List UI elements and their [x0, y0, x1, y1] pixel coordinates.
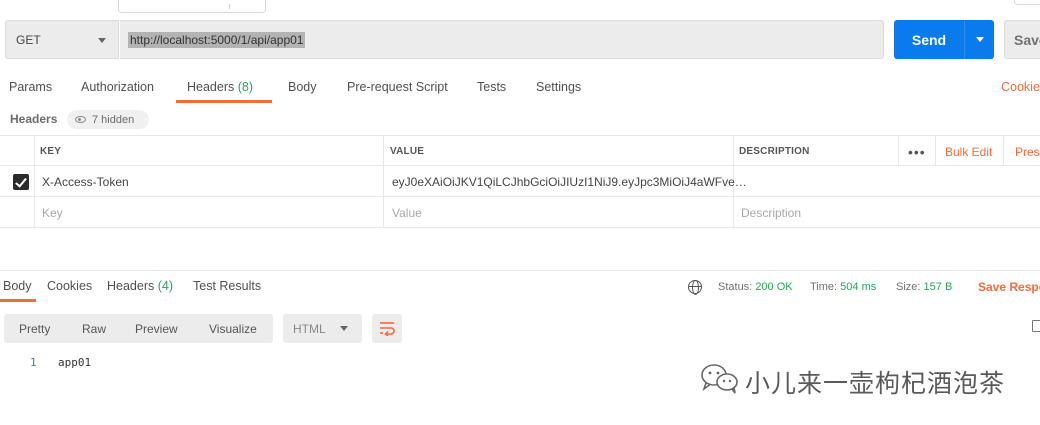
header-enabled-checkbox[interactable]: [13, 174, 29, 190]
header-value-field[interactable]: eyJ0eXAiOiJKV1QiLCJhbGciOiJIUzI1NiJ9.eyJ…: [392, 175, 747, 189]
response-tab-headers[interactable]: Headers (4): [107, 279, 173, 293]
chevron-down-icon: [98, 38, 106, 43]
more-options-icon[interactable]: •••: [908, 144, 926, 160]
wrap-lines-button[interactable]: [372, 314, 402, 343]
view-preview-button[interactable]: Preview: [135, 322, 178, 336]
tab-label: Pre-request Script: [347, 80, 448, 94]
copy-icon[interactable]: [1032, 320, 1040, 332]
tab-label: Settings: [536, 80, 582, 94]
url-input[interactable]: http://localhost:5000/1/api/app01: [120, 20, 884, 59]
tab-label: Test Results: [193, 279, 262, 293]
response-divider: [0, 270, 1040, 271]
time-indicator: Time: 504 ms: [810, 281, 876, 293]
send-options-button[interactable]: [964, 20, 994, 59]
active-tab-indicator: [176, 100, 272, 103]
presets-link[interactable]: Presets: [1015, 145, 1040, 159]
view-visualize-button[interactable]: Visualize: [209, 322, 257, 336]
hidden-count: 7 hidden: [92, 113, 135, 126]
time-label: Time:: [810, 281, 838, 293]
eye-icon: [75, 116, 86, 123]
active-response-tab-indicator: [0, 299, 36, 302]
send-button[interactable]: Send: [894, 20, 964, 59]
tab-tests[interactable]: Tests: [477, 80, 506, 94]
response-tab-cookies[interactable]: Cookies: [47, 279, 92, 293]
line-number: 1: [30, 356, 37, 369]
header-key-field[interactable]: X-Access-Token: [42, 175, 129, 189]
save-response-button[interactable]: Save Response: [978, 280, 1040, 294]
view-raw-button[interactable]: Raw: [82, 322, 106, 336]
column-header-description: DESCRIPTION: [739, 146, 810, 157]
column-header-key: KEY: [40, 146, 62, 157]
new-value-input[interactable]: Value: [392, 206, 422, 220]
size-label: Size:: [896, 281, 921, 293]
new-description-input[interactable]: Description: [741, 206, 801, 220]
url-value: http://localhost:5000/1/api/app01: [128, 31, 306, 48]
tab-authorization[interactable]: Authorization: [81, 80, 154, 94]
table-row-empty: Key Value Description: [0, 197, 1040, 228]
headers-section-label: Headers: [10, 112, 58, 126]
watermark-text: 小儿来一壶枸杞酒泡茶: [745, 369, 1006, 398]
tab-label: Authorization: [81, 80, 154, 94]
tab-body[interactable]: Body: [288, 80, 317, 94]
tab-settings[interactable]: Settings: [536, 80, 581, 94]
format-value: HTML: [293, 322, 326, 336]
tab-label: Cookies: [47, 279, 93, 293]
wechat-icon: [701, 364, 738, 394]
previous-tab-edge: [118, 0, 266, 13]
method-select[interactable]: GET: [5, 20, 119, 59]
response-tab-body[interactable]: Body: [3, 279, 32, 293]
chevron-down-icon: [976, 37, 984, 42]
tab-label: Body: [3, 279, 32, 293]
tab-label: Headers: [187, 80, 235, 94]
chevron-down-icon: [340, 326, 348, 331]
request-tabs: Params Authorization Headers (8) Body Pr…: [0, 78, 1040, 103]
format-select[interactable]: HTML: [283, 314, 362, 343]
table-header-row: KEY VALUE DESCRIPTION ••• Bulk Edit Pres…: [0, 135, 1040, 166]
tab-count: (4): [157, 279, 174, 293]
tab-label: Tests: [477, 80, 507, 94]
status-indicator: Status: 200 OK: [718, 281, 793, 293]
bulk-edit-link[interactable]: Bulk Edit: [945, 145, 992, 159]
column-header-value: VALUE: [390, 146, 425, 157]
tab-params[interactable]: Params: [9, 80, 52, 94]
tab-headers[interactable]: Headers (8): [187, 80, 253, 94]
time-value: 504 ms: [840, 281, 877, 293]
size-value: 157 B: [923, 281, 953, 293]
hidden-headers-toggle[interactable]: 7 hidden: [67, 110, 149, 129]
method-value: GET: [16, 32, 41, 47]
size-indicator: Size: 157 B: [896, 281, 952, 293]
response-tab-test-results[interactable]: Test Results: [193, 279, 261, 293]
view-pretty-button[interactable]: Pretty: [19, 322, 50, 336]
response-body-line: app01: [58, 356, 92, 369]
table-row: X-Access-Token eyJ0eXAiOiJKV1QiLCJhbGciO…: [0, 166, 1040, 197]
tab-pre-request-script[interactable]: Pre-request Script: [347, 80, 448, 94]
tab-label: Headers: [107, 279, 155, 293]
tab-label: Params: [9, 80, 53, 94]
tab-count: (8): [237, 80, 254, 94]
save-button[interactable]: Save: [1004, 20, 1040, 59]
status-value: 200 OK: [755, 281, 793, 293]
window-corner-box: [1014, 0, 1040, 5]
body-view-toggle: Pretty Raw Preview Visualize: [4, 314, 273, 343]
cookies-link[interactable]: Cookies: [1001, 80, 1040, 94]
new-key-input[interactable]: Key: [42, 206, 63, 220]
tab-label: Body: [288, 80, 317, 94]
status-label: Status:: [718, 281, 753, 293]
wrap-icon: [380, 322, 395, 336]
globe-icon[interactable]: [688, 280, 702, 295]
